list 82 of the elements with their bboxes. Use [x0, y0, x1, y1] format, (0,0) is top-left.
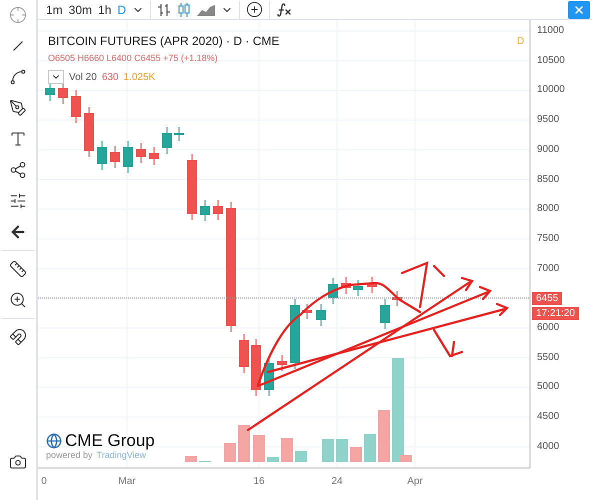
close-button[interactable]: [568, 0, 590, 18]
area-chart-icon[interactable]: [197, 4, 216, 16]
candles-chart-icon[interactable]: [177, 2, 192, 16]
candle: [213, 200, 223, 220]
globe-logo-icon: [46, 433, 62, 449]
candle: [264, 356, 274, 396]
bars-chart-icon[interactable]: [157, 2, 172, 16]
price-label: 8000: [537, 203, 560, 216]
price-label: 10000: [537, 84, 565, 96]
price-label: 7500: [537, 232, 560, 245]
candle: [110, 146, 120, 168]
price-label: 11000: [537, 25, 564, 37]
ohlc-values: O6505 H6660 L6400 C6455 +75 (+1.18%): [48, 52, 219, 65]
candle: [174, 126, 184, 142]
volume-bar: [378, 410, 390, 462]
volume-value: 630: [102, 70, 118, 84]
logo-name: CME Group: [65, 432, 155, 450]
candle: [353, 280, 363, 296]
volume-bar: [364, 434, 376, 462]
candle: [239, 334, 249, 374]
candle: [162, 126, 172, 154]
timeframe-button[interactable]: 1m: [46, 0, 63, 18]
volume-bar: [185, 456, 197, 462]
timeframe-button[interactable]: 30m: [68, 0, 92, 18]
candle: [341, 276, 351, 294]
candle: [84, 106, 94, 158]
add-indicator-icon[interactable]: [246, 1, 264, 18]
candle: [277, 354, 287, 372]
candle: [251, 338, 261, 396]
price-label: 9000: [537, 144, 560, 156]
volume-bar: [295, 451, 307, 462]
price-label: 6000: [537, 322, 560, 334]
candle: [97, 140, 107, 170]
candle: [58, 82, 68, 104]
date-label: 16: [253, 476, 265, 488]
timeframe-button[interactable]: 1h: [98, 0, 112, 18]
candle: [316, 304, 326, 326]
candle: [71, 90, 81, 124]
price-label: 5000: [537, 381, 560, 394]
candle: [136, 142, 146, 164]
symbol-title: BITCOIN FUTURES (APR 2020) · D · CME: [48, 33, 280, 50]
interval-label: D: [517, 35, 524, 49]
platform-name: TradingView: [96, 450, 146, 460]
price-label: 10500: [537, 54, 565, 67]
candle: [290, 298, 300, 370]
price-label: 8500: [537, 174, 560, 186]
price-label: 5500: [537, 352, 560, 364]
price-label: 4000: [537, 440, 560, 453]
freehand-stroke: [432, 264, 446, 278]
date-label: Apr: [407, 476, 423, 488]
volume-bar: [322, 439, 334, 462]
volume-average: 1.025K: [124, 70, 156, 84]
powered-by-text: powered by: [46, 450, 93, 460]
candle: [187, 154, 197, 220]
candle: [45, 82, 55, 102]
collapse-button[interactable]: [48, 70, 64, 84]
countdown-tag: 17:21:20: [532, 307, 579, 320]
volume-bar: [281, 438, 293, 462]
volume-bar: [253, 435, 265, 462]
candle: [380, 298, 390, 330]
function-icon[interactable]: [276, 2, 292, 18]
last-price-tag: 6455: [532, 292, 562, 305]
volume-bar: [238, 425, 250, 462]
close-icon: [573, 4, 585, 16]
price-label: 7000: [537, 262, 560, 275]
candle: [302, 304, 312, 320]
candle: [200, 200, 210, 222]
date-label: 24: [331, 476, 343, 488]
candle: [392, 290, 402, 306]
candle: [367, 276, 377, 294]
volume-bar: [350, 447, 362, 462]
date-label: 0: [41, 476, 47, 488]
volume-label: Vol 20: [69, 70, 97, 84]
date-label: Mar: [118, 476, 136, 488]
price-label: 4500: [537, 411, 560, 424]
volume-bar: [224, 443, 236, 462]
volume-bar: [267, 457, 279, 462]
volume-bar: [336, 439, 348, 462]
candle: [123, 140, 133, 174]
price-label: 9500: [537, 114, 560, 126]
candle: [328, 278, 338, 304]
candle: [149, 146, 159, 166]
